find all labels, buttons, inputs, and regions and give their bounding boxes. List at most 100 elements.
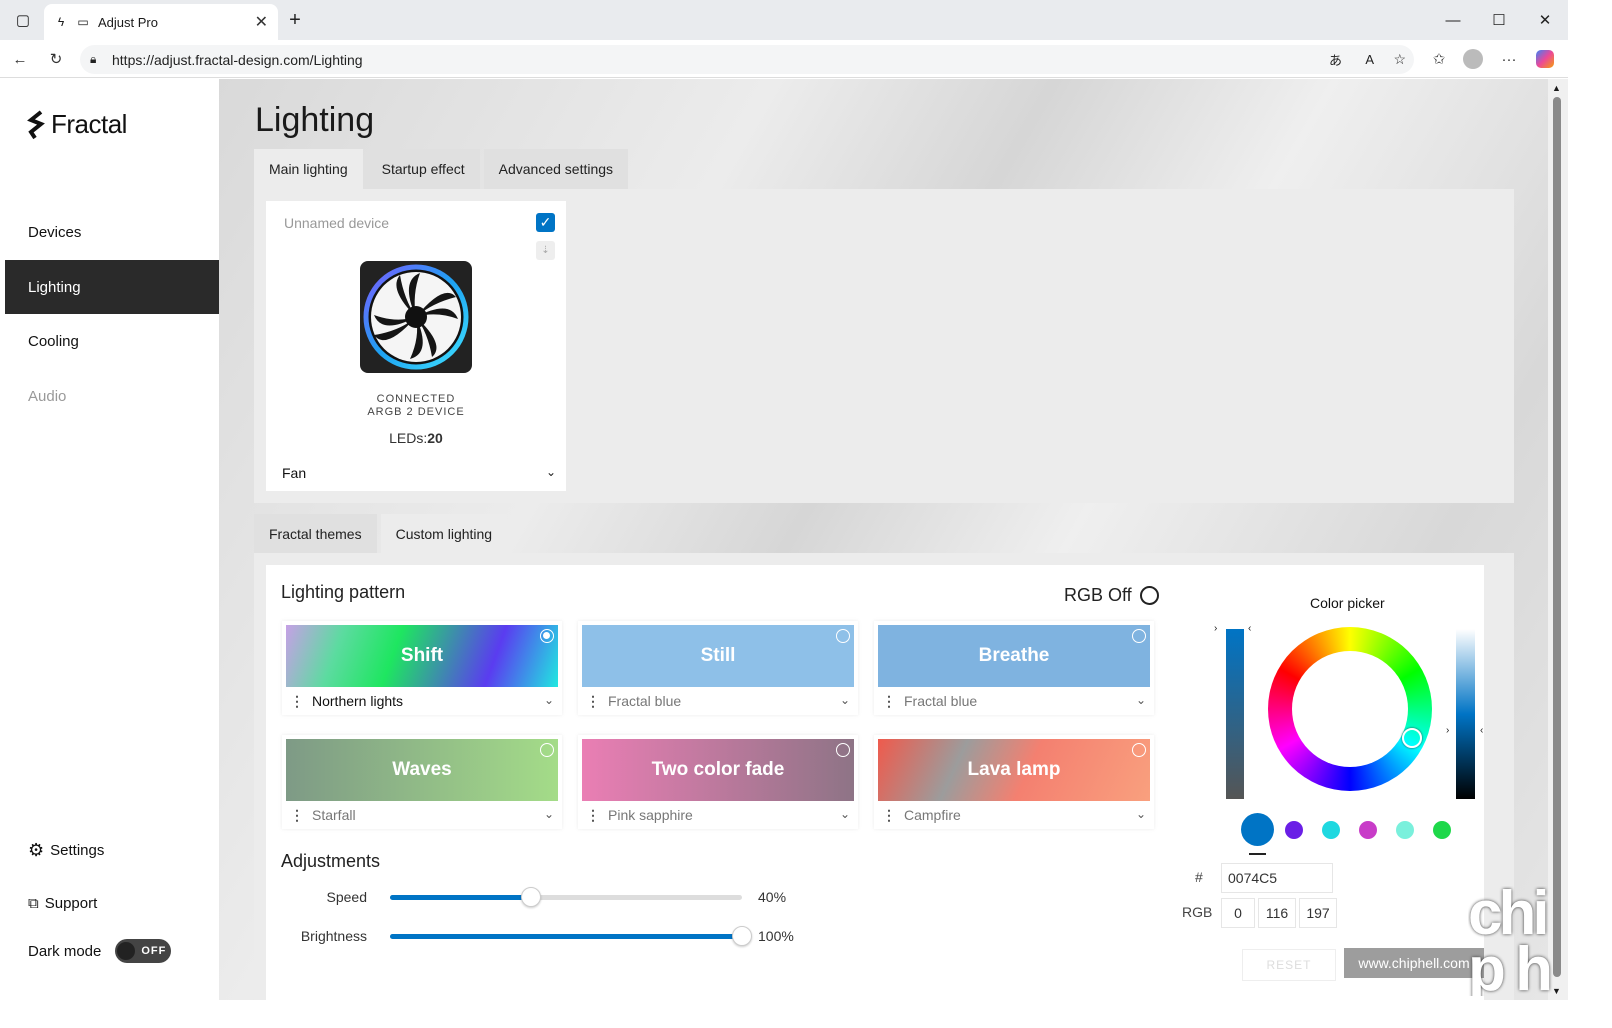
sidebar-item-devices[interactable]: Devices xyxy=(5,205,219,259)
saturation-slider[interactable] xyxy=(1226,629,1244,799)
swatch-color[interactable] xyxy=(1359,821,1377,839)
tab-custom-lighting[interactable]: Custom lighting xyxy=(380,514,508,554)
custom-lighting-panel: Lighting pattern RGB Off Shift ⋮ Northern… xyxy=(254,553,1514,1000)
address-bar: ← ↻ 🔒︎ https://adjust.fractal-design.com… xyxy=(0,40,1568,78)
tab-main-lighting[interactable]: Main lighting xyxy=(254,149,363,189)
brightness-value: 100% xyxy=(758,928,794,944)
main-tabs: Main lighting Startup effect Advanced se… xyxy=(254,149,629,189)
copilot-icon[interactable] xyxy=(1532,46,1558,72)
sidebar-item-lighting[interactable]: Lighting xyxy=(5,260,219,314)
browser-tab[interactable]: ϟ ▭ Adjust Pro ✕ xyxy=(44,4,278,40)
pattern-radio[interactable] xyxy=(1132,629,1146,643)
chevron-down-icon: ⌄ xyxy=(543,807,554,821)
brightness-slider[interactable] xyxy=(390,926,752,946)
speed-slider-thumb[interactable] xyxy=(520,887,541,907)
fan-image xyxy=(360,261,472,373)
tab-device-icon: ▭ xyxy=(77,15,89,29)
gear-icon: ⚙ xyxy=(28,840,45,860)
dark-mode-toggle[interactable]: OFF xyxy=(115,939,172,963)
chevron-down-icon: ⌄ xyxy=(543,693,554,707)
pattern-radio[interactable] xyxy=(836,743,850,757)
url-field[interactable]: 🔒︎ https://adjust.fractal-design.com/Lig… xyxy=(80,45,1414,74)
lighting-pattern-card: Lighting pattern RGB Off Shift ⋮ Northern… xyxy=(266,565,1484,1000)
pattern-card-lava-lamp[interactable]: Lava lamp ⋮ Campfire ⌄ xyxy=(874,735,1154,829)
tab-title: Adjust Pro xyxy=(98,14,158,30)
swatch-color[interactable] xyxy=(1285,821,1303,839)
refresh-icon[interactable]: ↻ xyxy=(43,46,69,72)
tab-advanced-settings[interactable]: Advanced settings xyxy=(483,149,629,189)
pattern-card-waves[interactable]: Waves ⋮ Starfall ⌄ xyxy=(282,735,562,829)
speed-slider[interactable] xyxy=(390,887,742,907)
swatch-selected[interactable] xyxy=(1241,813,1274,846)
read-aloud-icon[interactable]: A xyxy=(1365,52,1374,67)
new-tab-icon[interactable]: + xyxy=(272,0,318,40)
swatch-color[interactable] xyxy=(1433,821,1451,839)
chevron-down-icon: ⌄ xyxy=(1135,807,1146,821)
watermark-text: www.chiphell.com xyxy=(1344,948,1484,978)
translate-icon[interactable]: あ xyxy=(1329,50,1342,69)
rgb-off-radio[interactable] xyxy=(1139,586,1159,605)
pattern-card-shift[interactable]: Shift ⋮ Northern lights ⌄ xyxy=(282,621,562,715)
scroll-up-icon: ▲ xyxy=(1552,83,1561,93)
hue-ring[interactable] xyxy=(1268,627,1432,791)
page-title: Lighting xyxy=(255,101,375,139)
minimize-icon[interactable]: — xyxy=(1430,0,1476,40)
device-checkbox[interactable]: ✓ xyxy=(536,213,555,232)
device-card[interactable]: Unnamed device ✓ ⇣ CONNECTED ARGB 2 DEVI… xyxy=(266,201,566,491)
device-leds: LEDs:20 xyxy=(389,430,443,446)
tab-fractal-themes[interactable]: Fractal themes xyxy=(254,514,377,554)
page-scrollbar[interactable]: ▲ ▼ xyxy=(1548,79,1568,1000)
device-type-select[interactable]: Fan xyxy=(282,465,306,481)
device-name-field[interactable]: Unnamed device xyxy=(284,215,389,231)
pattern-card-still[interactable]: Still ⋮ Fractal blue ⌄ xyxy=(578,621,858,715)
chevron-left-icon: ‹ xyxy=(1248,623,1252,634)
chevron-down-icon: ⌄ xyxy=(839,807,850,821)
hex-input[interactable]: 0074C5 xyxy=(1221,863,1333,893)
color-picker-title: Color picker xyxy=(1310,595,1385,611)
brightness-slider-thumb[interactable] xyxy=(732,926,752,946)
sidebar-item-audio[interactable]: Audio xyxy=(5,369,219,423)
pattern-radio[interactable] xyxy=(836,629,850,643)
more-menu-icon[interactable]: ··· xyxy=(1496,46,1522,72)
swatch-color[interactable] xyxy=(1396,821,1414,839)
sidebar-item-cooling[interactable]: Cooling xyxy=(5,314,219,368)
chevron-down-icon: ⌄ xyxy=(1135,693,1146,707)
speed-label: Speed xyxy=(326,889,367,905)
reset-button[interactable]: RESET xyxy=(1242,949,1336,981)
chevron-down-icon[interactable]: ⌄ xyxy=(546,465,556,479)
pattern-radio[interactable] xyxy=(540,743,554,757)
tab-actions-icon[interactable]: ▢ xyxy=(0,0,46,40)
hex-label: # xyxy=(1195,869,1203,885)
back-icon[interactable]: ← xyxy=(7,46,33,72)
profile-avatar-icon[interactable] xyxy=(1460,46,1486,72)
dark-mode-label: Dark mode xyxy=(28,942,102,960)
close-window-icon[interactable]: ✕ xyxy=(1522,0,1568,40)
rgb-off-toggle[interactable]: RGB Off xyxy=(1064,585,1159,606)
adjustments-title: Adjustments xyxy=(281,851,381,871)
green-input[interactable]: 116 xyxy=(1258,898,1296,928)
support-link[interactable]: ⧉ Support xyxy=(28,895,97,912)
main-content: Lighting Main lighting Startup effect Ad… xyxy=(219,79,1548,1000)
settings-link[interactable]: ⚙ Settings xyxy=(28,840,104,861)
watermark-logo: chip hell xyxy=(1468,886,1553,996)
pattern-card-two-color-fade[interactable]: Two color fade ⋮ Pink sapphire ⌄ xyxy=(578,735,858,829)
external-link-icon: ⧉ xyxy=(28,895,39,912)
close-tab-icon[interactable]: ✕ xyxy=(255,12,268,32)
pattern-radio[interactable] xyxy=(1132,743,1146,757)
red-input[interactable]: 0 xyxy=(1221,898,1255,928)
favorite-star-icon[interactable]: ☆ xyxy=(1393,51,1406,68)
brightness-strip[interactable] xyxy=(1456,629,1475,799)
pattern-card-breathe[interactable]: Breathe ⋮ Fractal blue ⌄ xyxy=(874,621,1154,715)
hue-ring-handle[interactable] xyxy=(1402,728,1422,748)
blue-input[interactable]: 197 xyxy=(1299,898,1337,928)
fractal-favicon-icon: ϟ xyxy=(57,15,65,29)
speed-value: 40% xyxy=(758,889,787,905)
tab-startup-effect[interactable]: Startup effect xyxy=(366,149,480,189)
sidebar: Fractal Devices Lighting Cooling Audio ⚙… xyxy=(5,79,219,1000)
chevron-left-icon: ‹ xyxy=(1480,725,1484,736)
pattern-radio[interactable] xyxy=(540,629,554,643)
swatch-color[interactable] xyxy=(1322,821,1340,839)
collapse-icon[interactable]: ⇣ xyxy=(536,241,555,260)
favorites-icon[interactable]: ✩ xyxy=(1426,46,1452,72)
maximize-icon[interactable]: ☐ xyxy=(1476,0,1522,40)
